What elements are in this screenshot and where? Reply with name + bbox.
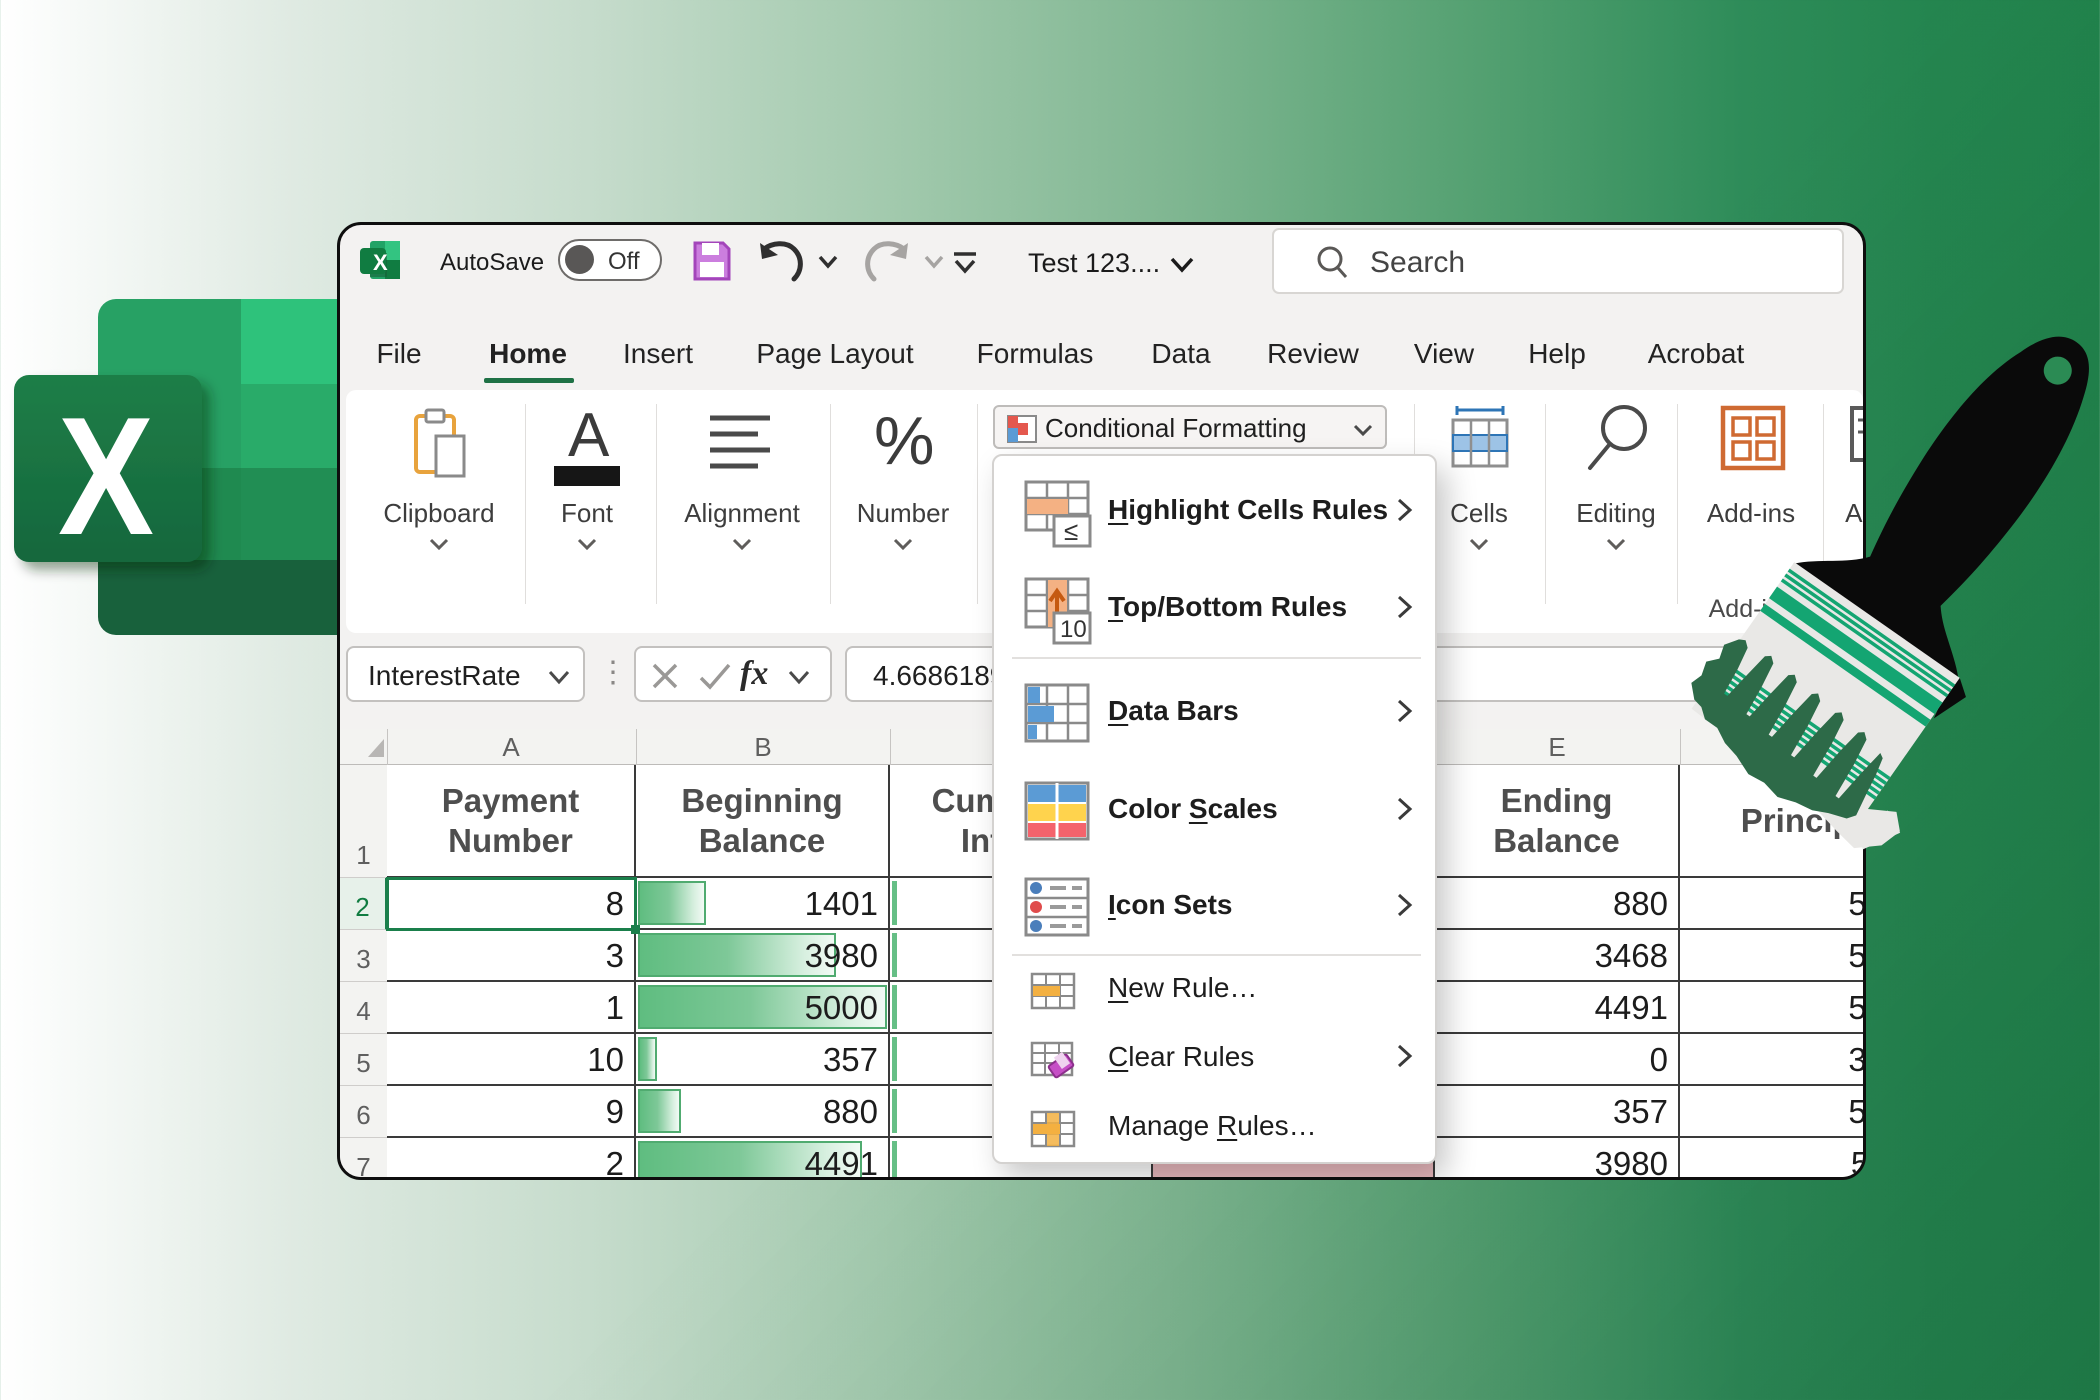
- svg-text:X: X: [373, 250, 388, 275]
- svg-text:X: X: [58, 382, 154, 570]
- svg-text:≤: ≤: [1064, 516, 1078, 546]
- svg-text:10: 10: [1060, 616, 1087, 643]
